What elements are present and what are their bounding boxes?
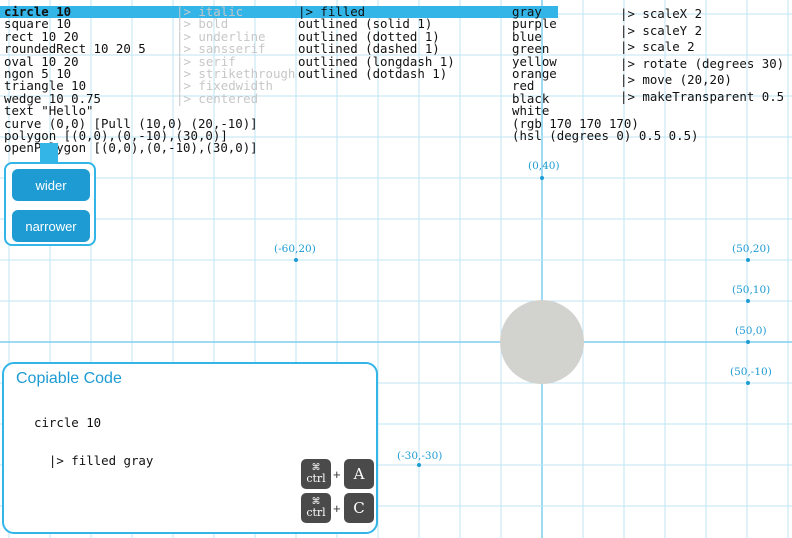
ctrl-label: ctrl [306, 472, 326, 485]
ctrl-label: ctrl [306, 506, 326, 519]
copiable-code-text[interactable]: circle 10 |> filled gray [34, 392, 153, 492]
coord-label-50-neg10: (50,-10) [730, 366, 772, 378]
coord-label-50-0: (50,0) [735, 325, 767, 337]
code-line-2: |> filled gray [34, 453, 154, 469]
copiable-code-title: Copiable Code [16, 370, 122, 387]
coord-label-50-10: (50,10) [732, 284, 771, 296]
coord-label-neg60-20: (-60,20) [274, 243, 316, 255]
c-key-label: C [353, 499, 365, 517]
coord-label-50-20: (50,20) [732, 243, 771, 255]
code-line-1: circle 10 [34, 414, 102, 430]
ctrl-key-copy: ⌘ ctrl [301, 493, 331, 523]
coord-label-neg30-neg30: (-30,-30) [397, 450, 443, 462]
rendered-circle[interactable] [500, 300, 584, 384]
coord-label-0-40: (0,40) [528, 160, 560, 172]
width-control-panel: wider narrower [4, 162, 96, 246]
c-key: C [344, 493, 374, 523]
ctrl-key-select-all: ⌘ ctrl [301, 459, 331, 489]
plus-sign: + [333, 501, 341, 516]
wider-button[interactable]: wider [12, 169, 90, 201]
a-key: A [344, 459, 374, 489]
plus-sign: + [333, 467, 341, 482]
a-key-label: A [353, 465, 365, 483]
narrower-button[interactable]: narrower [12, 210, 90, 242]
copiable-code-panel: Copiable Code circle 10 |> filled gray ⌘… [2, 362, 378, 534]
